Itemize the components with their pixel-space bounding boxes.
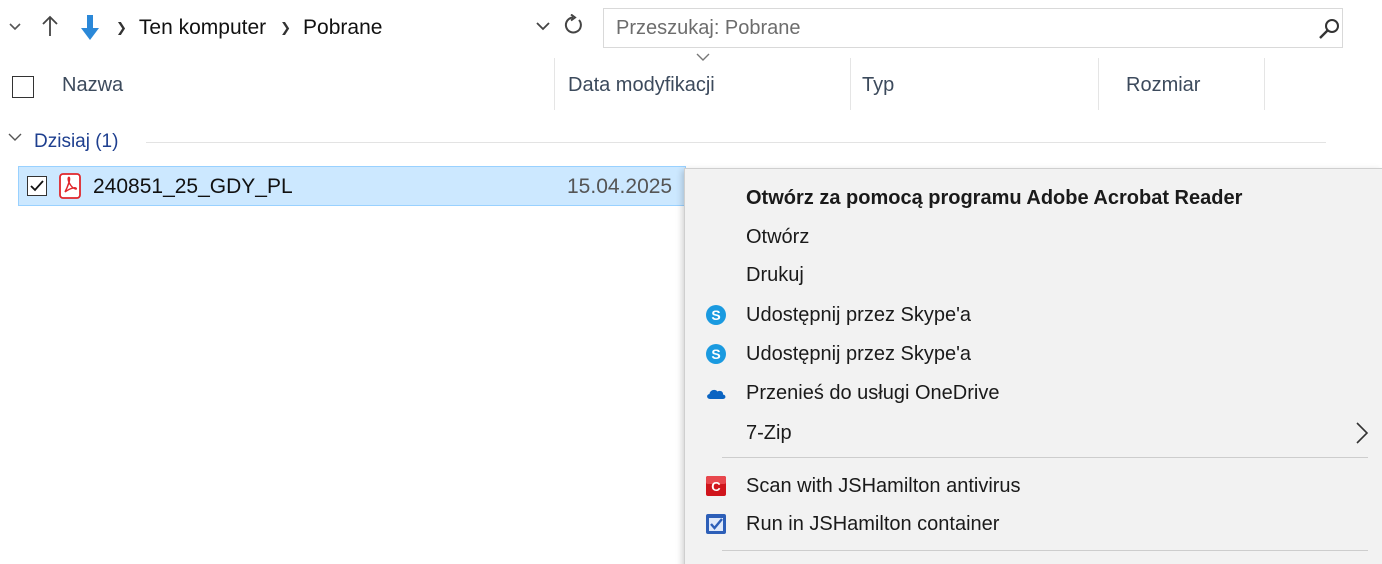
jshamilton-container-icon (705, 513, 727, 535)
sort-descending-icon (696, 53, 710, 61)
select-all-checkbox[interactable] (12, 76, 34, 98)
file-date-modified: 15.04.2025 (567, 175, 673, 198)
menu-item-label: Scan with JSHamilton antivirus (746, 475, 1021, 497)
chevron-down-icon (9, 23, 21, 31)
refresh-icon (564, 14, 582, 34)
menu-item-label: Przenieś do usługi OneDrive (746, 382, 1000, 404)
address-dropdown-button[interactable] (531, 12, 555, 40)
refresh-button[interactable] (560, 10, 586, 40)
svg-text:S: S (711, 307, 720, 323)
arrow-up-icon (42, 15, 58, 36)
checkmark-icon (30, 180, 44, 192)
chevron-down-icon[interactable] (8, 130, 22, 144)
skype-icon: S (705, 304, 727, 326)
svg-text:S: S (711, 346, 720, 362)
menu-item-7zip[interactable]: 7-Zip (685, 414, 1382, 452)
file-row[interactable]: 240851_25_GDY_PL 15.04.2025 (18, 166, 686, 206)
up-button[interactable] (38, 12, 62, 40)
column-header-row: Nazwa Data modyfikacji Typ Rozmiar (0, 53, 1382, 120)
menu-item-share-skype[interactable]: S Udostępnij przez Skype'a (685, 296, 1382, 334)
jshamilton-antivirus-icon: C (705, 475, 727, 497)
menu-item-label: Udostępnij przez Skype'a (746, 343, 972, 365)
column-divider[interactable] (850, 58, 851, 110)
address-bar-row: ❯ Ten komputer ❯ Pobrane (0, 0, 1382, 56)
menu-item-print[interactable]: Drukuj (685, 256, 1382, 294)
menu-item-run-jshamilton-container[interactable]: Run in JSHamilton container (685, 505, 1382, 543)
group-header-today[interactable]: Dzisiaj (1) (0, 124, 1382, 158)
menu-item-label: Drukuj (746, 264, 804, 286)
search-box[interactable] (603, 8, 1343, 48)
menu-item-share-skype[interactable]: S Udostępnij przez Skype'a (685, 335, 1382, 373)
menu-separator (722, 550, 1368, 551)
menu-item-label: Otwórz za pomocą programu Adobe Acrobat … (746, 187, 1243, 209)
context-menu: Otwórz za pomocą programu Adobe Acrobat … (684, 168, 1382, 564)
menu-item-move-to-onedrive[interactable]: Przenieś do usługi OneDrive (685, 374, 1382, 412)
pdf-icon (59, 173, 81, 199)
column-divider[interactable] (1098, 58, 1099, 110)
recent-locations-button[interactable] (8, 18, 22, 36)
address-box[interactable]: ❯ Ten komputer ❯ Pobrane (72, 8, 592, 48)
menu-item-label: Run in JSHamilton container (746, 513, 1000, 535)
chevron-right-icon (1356, 422, 1369, 444)
menu-item-label: Otwórz (746, 226, 810, 248)
group-label: Dzisiaj (1) (34, 131, 119, 152)
column-divider[interactable] (1264, 58, 1265, 110)
menu-item-label: Udostępnij przez Skype'a (746, 304, 972, 326)
menu-item-scan-jshamilton[interactable]: C Scan with JSHamilton antivirus (685, 467, 1382, 505)
column-header-type[interactable]: Typ (862, 74, 894, 97)
menu-item-open-with-acrobat[interactable]: Otwórz za pomocą programu Adobe Acrobat … (685, 179, 1382, 217)
column-divider[interactable] (554, 58, 555, 110)
breadcrumb-this-pc[interactable]: Ten komputer (139, 16, 266, 40)
menu-separator (722, 457, 1368, 458)
chevron-down-icon (536, 21, 550, 30)
download-arrow-icon (78, 12, 102, 44)
file-name[interactable]: 240851_25_GDY_PL (93, 175, 293, 199)
svg-text:C: C (711, 479, 721, 494)
onedrive-cloud-icon (705, 382, 727, 404)
group-divider (146, 142, 1326, 143)
breadcrumb-separator-icon: ❯ (280, 20, 292, 35)
column-header-name[interactable]: Nazwa (62, 74, 123, 97)
search-icon[interactable] (1318, 18, 1340, 40)
breadcrumb-separator-icon: ❯ (116, 20, 127, 35)
search-input[interactable] (616, 13, 1296, 43)
column-header-size[interactable]: Rozmiar (1126, 74, 1200, 97)
menu-item-label: 7-Zip (746, 422, 792, 444)
file-explorer-window: ❯ Ten komputer ❯ Pobrane Nazwa Dat (0, 0, 1382, 564)
skype-icon: S (705, 343, 727, 365)
menu-item-open[interactable]: Otwórz (685, 218, 1382, 256)
breadcrumb-downloads[interactable]: Pobrane (303, 16, 382, 40)
file-checkbox[interactable] (27, 176, 47, 196)
column-header-date-modified[interactable]: Data modyfikacji (568, 74, 715, 97)
